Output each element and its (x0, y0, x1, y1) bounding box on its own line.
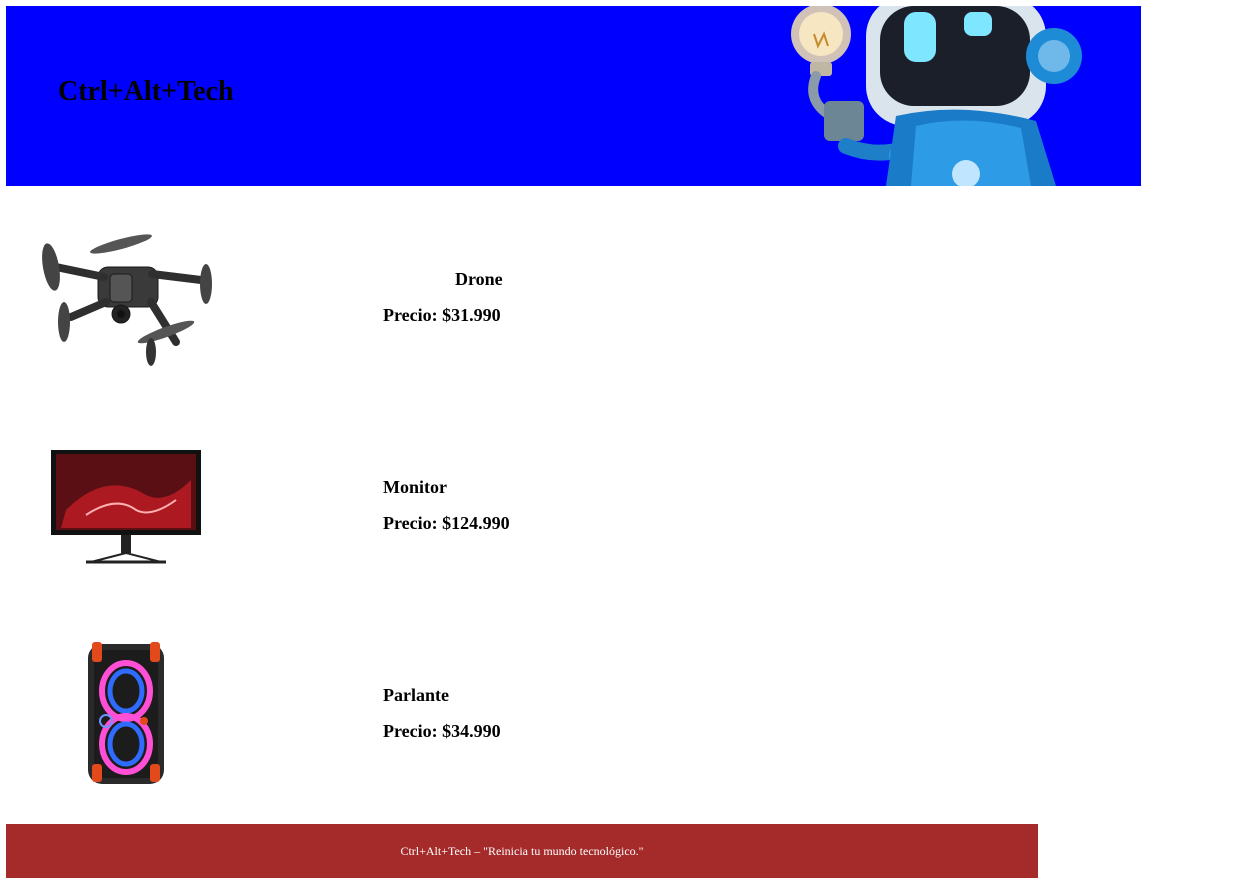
product-name: Drone (455, 269, 503, 289)
site-header: Ctrl+Alt+Tech (6, 6, 1141, 186)
footer-text: Ctrl+Alt+Tech – "Reinicia tu mundo tecno… (400, 843, 644, 858)
product-name: Parlante (383, 685, 449, 705)
product-card-drone: Drone Precio: $31.990 (6, 214, 706, 384)
speaker-image (88, 642, 164, 784)
monitor-image (51, 450, 201, 564)
brand-title: Ctrl+Alt+Tech (58, 76, 234, 107)
product-name: Monitor (383, 477, 447, 497)
product-card-monitor: Monitor Precio: $124.990 (6, 430, 706, 600)
product-price: Precio: $31.990 (383, 305, 501, 325)
page: Ctrl+Alt+Tech Drone Precio: $31.990 Moni… (0, 0, 1234, 883)
site-footer: Ctrl+Alt+Tech – "Reinicia tu mundo tecno… (6, 824, 1038, 878)
drone-image (42, 234, 212, 366)
product-price: Precio: $124.990 (383, 513, 510, 533)
product-card-speaker: Parlante Precio: $34.990 (6, 634, 706, 804)
robot-hero-image (791, 6, 1082, 186)
product-price: Precio: $34.990 (383, 721, 501, 741)
